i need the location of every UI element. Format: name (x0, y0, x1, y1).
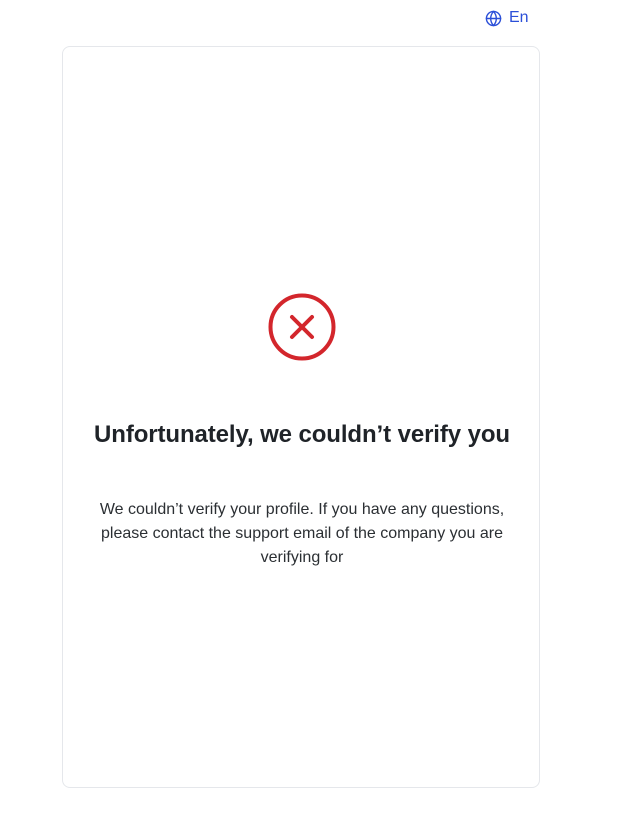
globe-icon (485, 10, 502, 27)
result-title: Unfortunately, we couldn’t verify you (94, 421, 510, 448)
error-x-circle-icon (268, 293, 336, 361)
language-switcher[interactable]: En (485, 9, 529, 27)
verification-page: En Unfortunately, we couldn’t verify you… (0, 0, 618, 823)
language-label: En (509, 9, 529, 26)
result-message: We couldn’t verify your profile. If you … (99, 501, 505, 566)
verification-result-card: Unfortunately, we couldn’t verify you We… (62, 46, 540, 788)
